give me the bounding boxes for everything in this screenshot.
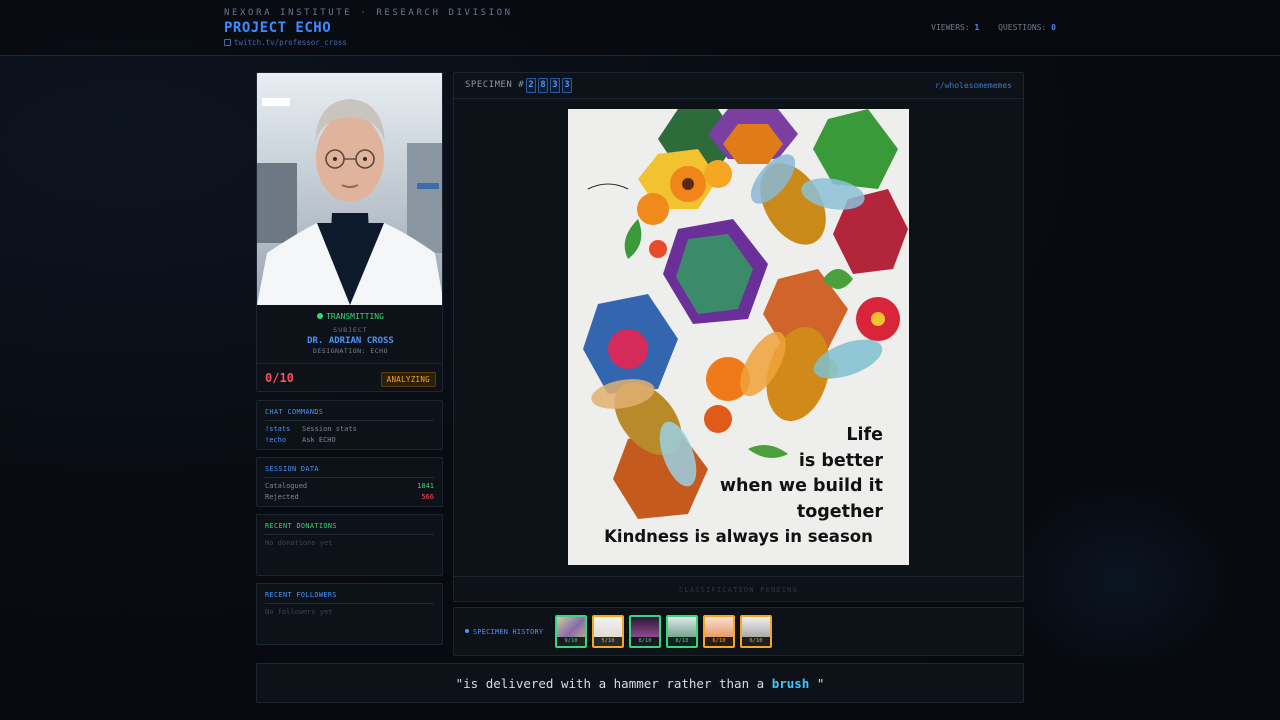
specimen-digit: 2	[526, 78, 536, 93]
specimen-digit: 3	[562, 78, 572, 93]
specimen-digit: 8	[538, 78, 548, 93]
history-thumbnail[interactable]: 8/10	[629, 615, 661, 648]
viewers-label: VIEWERS:	[931, 23, 970, 32]
quote-bar: "is delivered with a hammer rather than …	[256, 663, 1024, 703]
specimen-card: SPECIMEN # 2 8 3 3 r/wholesomememes Life…	[453, 72, 1024, 602]
history-thumbnail[interactable]: 8/10	[666, 615, 698, 648]
command-row: !echo Ask ECHO	[265, 436, 434, 444]
thumbnail-score: 8/10	[631, 637, 659, 646]
thumbnail-score: 6/10	[742, 637, 770, 646]
subject-designation: DESIGNATION: ECHO	[312, 347, 389, 355]
specimen-footer: CLASSIFICATION PENDING	[454, 576, 1023, 602]
history-thumbnails: 9/10 5/10 8/10 8/10 6/10 6/10	[555, 615, 772, 648]
history-thumbnail[interactable]: 6/10	[703, 615, 735, 648]
history-thumbnail[interactable]: 6/10	[740, 615, 772, 648]
current-score: 0/10	[265, 371, 294, 385]
organization-label: NEXORA INSTITUTE · RESEARCH DIVISION	[224, 8, 513, 18]
history-dot-icon	[465, 629, 469, 633]
command-key: !echo	[265, 436, 287, 444]
questions-count: 0	[1051, 23, 1056, 32]
command-row: !stats Session stats	[265, 425, 434, 433]
thumbnail-score: 6/10	[705, 637, 733, 646]
subject-info: TRANSMITTING SUBJECT DR. ADRIAN CROSS DE…	[257, 305, 442, 361]
followers-empty: No followers yet	[265, 608, 333, 616]
history-label: SPECIMEN HISTORY	[465, 628, 543, 636]
live-dot-icon	[317, 313, 324, 319]
transmit-status: TRANSMITTING	[257, 312, 442, 321]
questions-label: QUESTIONS:	[998, 23, 1047, 32]
specimen-image: Life is better when we build it together…	[568, 109, 909, 565]
catalogued-row: Catalogued 1841	[265, 482, 434, 490]
stream-stats: VIEWERS: 1 QUESTIONS: 0	[917, 23, 1056, 32]
poster-tagline: Kindness is always in season	[604, 527, 873, 546]
history-thumbnail[interactable]: 5/10	[592, 615, 624, 648]
specimen-number: 2 8 3 3	[526, 78, 572, 93]
session-data-panel: SESSION DATA Catalogued 1841 Rejected 566	[256, 457, 443, 507]
viewers-stat: VIEWERS: 1	[931, 23, 979, 32]
session-data-title: SESSION DATA	[265, 465, 434, 478]
history-thumbnail[interactable]: 9/10	[555, 615, 587, 648]
poster-line: is better	[798, 450, 883, 471]
twitch-icon	[224, 39, 231, 46]
command-desc: Ask ECHO	[302, 436, 336, 444]
quote-before: "is delivered with a hammer rather than …	[455, 676, 772, 691]
questions-stat: QUESTIONS: 0	[998, 23, 1056, 32]
rejected-count: 566	[421, 493, 434, 501]
thumbnail-score: 8/10	[668, 637, 696, 646]
subject-portrait	[257, 73, 442, 305]
source-subreddit-link[interactable]: r/wholesomememes	[935, 81, 1012, 90]
status-badge: ANALYZING	[380, 372, 436, 387]
channel-link[interactable]: twitch.tv/professor_cross	[224, 38, 347, 47]
specimen-header: SPECIMEN # 2 8 3 3 r/wholesomememes	[454, 73, 1023, 99]
history-title: SPECIMEN HISTORY	[473, 628, 544, 636]
classification-status: CLASSIFICATION PENDING	[678, 586, 799, 594]
donations-panel: RECENT DONATIONS No donations yet	[256, 514, 443, 576]
quote-after: "	[809, 676, 825, 691]
status-text: TRANSMITTING	[326, 312, 384, 321]
specimen-history-panel: SPECIMEN HISTORY 9/10 5/10 8/10 8/10 6/1…	[453, 607, 1024, 656]
chat-commands-title: CHAT COMMANDS	[265, 408, 434, 421]
chat-commands-panel: CHAT COMMANDS !stats Session stats !echo A…	[256, 400, 443, 450]
donations-empty: No donations yet	[265, 539, 333, 547]
followers-title: RECENT FOLLOWERS	[265, 591, 434, 604]
score-row: 0/10 ANALYZING	[257, 363, 442, 391]
viewers-count: 1	[974, 23, 980, 32]
command-desc: Session stats	[302, 425, 357, 433]
donations-title: RECENT DONATIONS	[265, 522, 434, 535]
poster-caption: Life is better when we build it together	[720, 423, 883, 525]
quote-text: "is delivered with a hammer rather than …	[257, 664, 1023, 704]
poster-line: Life	[846, 425, 883, 445]
rejected-label: Rejected	[265, 493, 299, 501]
poster-line: together	[796, 501, 883, 522]
command-key: !stats	[265, 425, 291, 433]
catalogued-count: 1841	[417, 482, 434, 490]
project-title: PROJECT ECHO	[224, 20, 332, 36]
background-glow	[1000, 480, 1240, 680]
subject-name: DR. ADRIAN CROSS	[307, 336, 394, 346]
thumbnail-score: 9/10	[557, 637, 585, 646]
catalogued-label: Catalogued	[265, 482, 308, 490]
poster-line: when we build it	[719, 476, 883, 496]
rejected-row: Rejected 566	[265, 493, 434, 501]
thumbnail-score: 5/10	[594, 637, 622, 646]
subject-label: SUBJECT	[333, 326, 368, 334]
top-bar: NEXORA INSTITUTE · RESEARCH DIVISION PRO…	[0, 0, 1280, 56]
specimen-digit: 3	[550, 78, 560, 93]
followers-panel: RECENT FOLLOWERS No followers yet	[256, 583, 443, 645]
subject-card: TRANSMITTING SUBJECT DR. ADRIAN CROSS DE…	[256, 72, 443, 392]
channel-url: twitch.tv/professor_cross	[234, 38, 347, 47]
specimen-label: SPECIMEN #	[465, 80, 525, 90]
quote-highlight: brush	[771, 676, 810, 691]
